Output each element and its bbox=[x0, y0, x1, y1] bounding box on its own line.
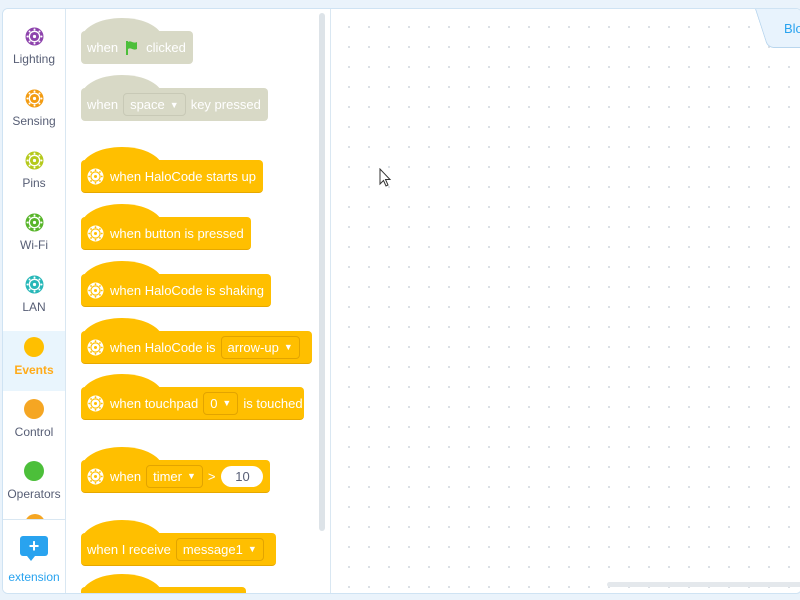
extension-button[interactable]: + extension bbox=[3, 519, 65, 593]
block-text-suffix: is touched bbox=[243, 395, 303, 411]
category-dot-icon bbox=[24, 461, 44, 481]
block-text: when button is pressed bbox=[110, 225, 244, 241]
when-button-pressed-block[interactable]: when button is pressed bbox=[81, 204, 251, 250]
category-pins[interactable]: Pins bbox=[3, 145, 65, 205]
chevron-down-icon: ▼ bbox=[169, 99, 179, 110]
category-label: Operators bbox=[7, 487, 61, 501]
green-flag-icon bbox=[124, 40, 140, 56]
halocode-icon bbox=[87, 468, 104, 485]
value-input[interactable]: 10 bbox=[221, 465, 264, 487]
block-text-clicked: clicked bbox=[146, 40, 186, 55]
category-dot-icon bbox=[24, 337, 44, 357]
touchpad-dropdown[interactable]: 0 ▼ bbox=[203, 391, 239, 415]
category-label: Events bbox=[14, 363, 54, 377]
category-wi-fi[interactable]: Wi-Fi bbox=[3, 207, 65, 267]
category-label: Lighting bbox=[12, 52, 56, 66]
when-halocode-starts-up-block[interactable]: when HaloCode starts up bbox=[81, 147, 263, 193]
category-dot-icon bbox=[25, 213, 44, 232]
category-dot-icon bbox=[25, 89, 44, 108]
block-text: when HaloCode is shaking bbox=[110, 282, 264, 298]
block-palette: when clicked when space ▼ key pressed whe… bbox=[66, 9, 331, 593]
broadcast-block-partial[interactable] bbox=[81, 574, 246, 593]
block-text: when HaloCode starts up bbox=[110, 168, 256, 184]
halocode-icon bbox=[87, 168, 104, 185]
category-label: Pins bbox=[22, 176, 46, 190]
script-workspace[interactable]: Blo bbox=[331, 9, 800, 593]
when-timer-greater-block[interactable]: when timer ▼ > 10 bbox=[81, 447, 271, 493]
category-operators[interactable]: Operators bbox=[3, 455, 65, 515]
category-control[interactable]: Control bbox=[3, 393, 65, 453]
direction-dropdown[interactable]: arrow-up ▼ bbox=[220, 335, 300, 359]
chevron-down-icon: ▼ bbox=[247, 544, 257, 554]
when-halocode-shaking-block[interactable]: when HaloCode is shaking bbox=[81, 261, 271, 307]
plus-icon: + bbox=[20, 536, 48, 561]
category-lan[interactable]: LAN bbox=[3, 269, 65, 329]
message-dropdown-value: message1 bbox=[182, 541, 243, 557]
halocode-icon bbox=[87, 339, 104, 356]
block-text-key-pressed: key pressed bbox=[190, 97, 261, 112]
halocode-icon bbox=[87, 225, 104, 242]
block-text: when touchpad bbox=[110, 395, 199, 411]
when-touchpad-touched-block[interactable]: when touchpad 0 ▼ is touched bbox=[81, 374, 304, 420]
palette-scrollbar[interactable] bbox=[319, 13, 325, 531]
key-dropdown-value: space bbox=[130, 97, 165, 112]
chevron-down-icon: ▼ bbox=[283, 342, 293, 352]
halocode-icon bbox=[87, 395, 104, 412]
mouse-cursor-icon bbox=[379, 167, 393, 193]
block-text-when: when bbox=[110, 468, 142, 484]
category-label: LAN bbox=[22, 300, 46, 314]
category-dot-icon bbox=[25, 275, 44, 294]
blocks-tab-label: Blo bbox=[784, 21, 800, 36]
workspace-scrollbar[interactable] bbox=[607, 582, 800, 587]
chevron-down-icon: ▼ bbox=[222, 398, 232, 408]
extension-label: extension bbox=[8, 570, 60, 584]
category-lighting[interactable]: Lighting bbox=[3, 21, 65, 81]
category-sidebar: Lighting Sensing Pins Wi-Fi LAN Events Control… bbox=[3, 9, 66, 593]
message-dropdown[interactable]: message1 ▼ bbox=[175, 537, 264, 561]
block-text-when: when bbox=[87, 40, 119, 55]
block-text-when: when bbox=[87, 97, 119, 112]
when-i-receive-block[interactable]: when I receive message1 ▼ bbox=[81, 520, 276, 566]
category-dot-icon bbox=[25, 27, 44, 46]
category-label: Wi-Fi bbox=[20, 238, 48, 252]
category-sensing[interactable]: Sensing bbox=[3, 83, 65, 143]
when-flag-clicked-block[interactable]: when clicked bbox=[81, 18, 193, 64]
chevron-down-icon: ▼ bbox=[186, 471, 196, 481]
direction-dropdown-value: arrow-up bbox=[227, 339, 279, 355]
sensor-dropdown-value: timer bbox=[153, 468, 182, 484]
operator-text: > bbox=[207, 468, 216, 484]
category-dot-icon bbox=[25, 151, 44, 170]
halocode-icon bbox=[87, 282, 104, 299]
touchpad-dropdown-value: 0 bbox=[210, 395, 218, 411]
category-events[interactable]: Events bbox=[3, 331, 65, 391]
category-label: Sensing bbox=[12, 114, 56, 128]
editor-frame: Lighting Sensing Pins Wi-Fi LAN Events Control… bbox=[2, 8, 800, 594]
block-text: when I receive bbox=[87, 541, 171, 557]
sensor-dropdown[interactable]: timer ▼ bbox=[146, 464, 203, 488]
when-key-pressed-block[interactable]: when space ▼ key pressed bbox=[81, 75, 268, 121]
block-text: when HaloCode is bbox=[110, 339, 216, 355]
category-label: Control bbox=[14, 425, 54, 439]
key-dropdown[interactable]: space ▼ bbox=[123, 93, 186, 116]
category-dot-icon bbox=[24, 399, 44, 419]
when-halocode-is-block[interactable]: when HaloCode is arrow-up ▼ bbox=[81, 318, 312, 364]
